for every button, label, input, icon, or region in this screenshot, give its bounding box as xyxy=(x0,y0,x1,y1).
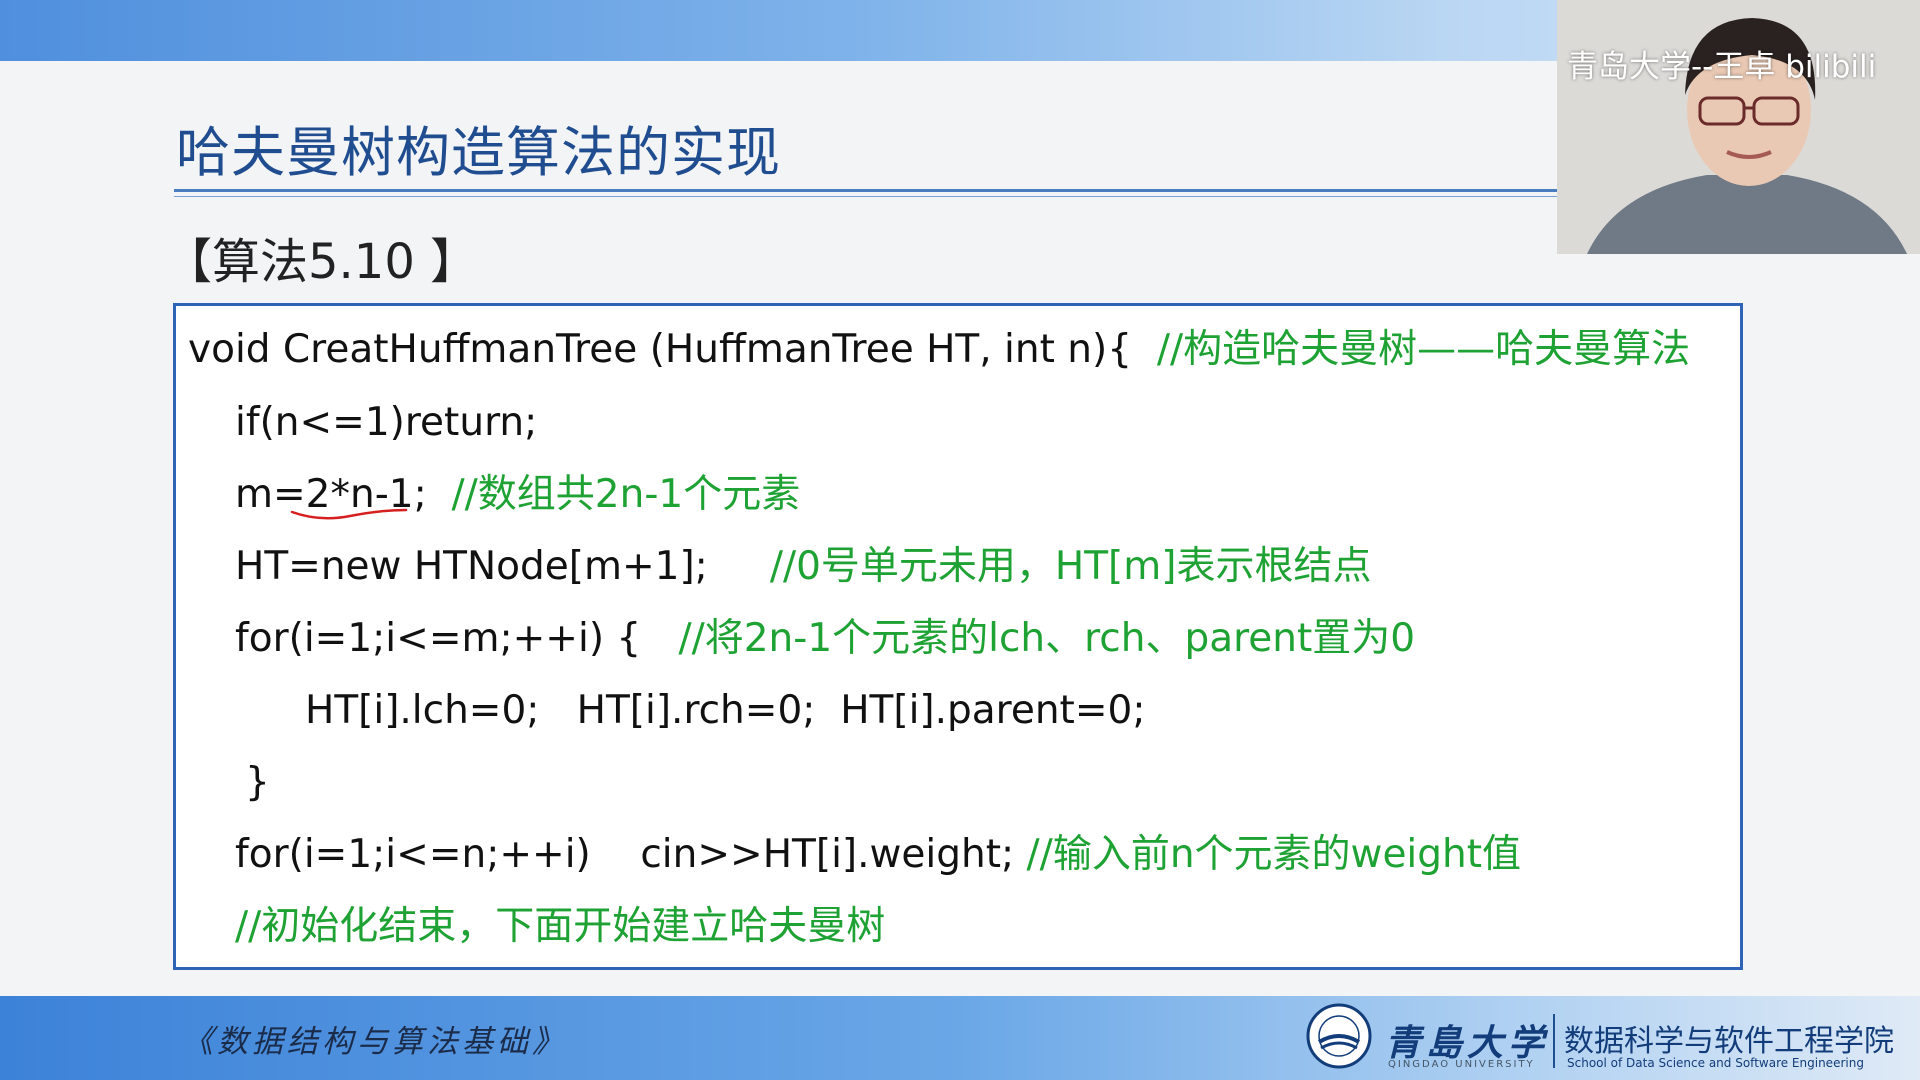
code-text: HT=new HTNode[m+1]; xyxy=(235,544,770,589)
slide-title: 哈夫曼树构造算法的实现 xyxy=(176,121,781,184)
code-line-5: for(i=1;i<=m;++i) { //将2n-1个元素的lch、rch、p… xyxy=(235,615,1415,663)
presenter-silhouette xyxy=(1557,0,1920,254)
code-text: } xyxy=(245,760,270,805)
code-text: for(i=1;i<=m;++i) { xyxy=(235,616,679,661)
red-underline-annotation xyxy=(290,508,408,520)
code-text: if(n<=1)return; xyxy=(235,400,538,445)
code-comment: //输入前n个元素的weight值 xyxy=(1026,832,1522,877)
watermark-text: 青岛大学--王卓 bilibili xyxy=(1567,49,1877,85)
code-line-6: HT[i].lch=0; HT[i].rch=0; HT[i].parent=0… xyxy=(305,687,1145,735)
algorithm-label: 【算法5.10 】 xyxy=(164,234,479,290)
title-divider-thin xyxy=(174,196,1557,197)
code-line-9: //初始化结束，下面开始建立哈夫曼树 xyxy=(235,903,885,951)
university-seal-icon xyxy=(1306,1003,1372,1069)
code-line-4: HT=new HTNode[m+1]; //0号单元未用，HT[m]表示根结点 xyxy=(235,543,1371,591)
code-text: HT[i].lch=0; HT[i].rch=0; HT[i].parent=0… xyxy=(305,688,1146,733)
code-line-2: if(n<=1)return; xyxy=(235,399,537,447)
code-comment: //数组共2n-1个元素 xyxy=(451,472,801,517)
code-line-8: for(i=1;i<=n;++i) cin>>HT[i].weight; //输… xyxy=(235,831,1521,879)
logo-divider xyxy=(1553,1014,1555,1068)
code-comment: //初始化结束，下面开始建立哈夫曼树 xyxy=(235,904,886,949)
code-line-7: } xyxy=(245,759,270,807)
school-name-en: School of Data Science and Software Engi… xyxy=(1567,1056,1864,1070)
code-comment: //将2n-1个元素的lch、rch、parent置为0 xyxy=(678,616,1416,661)
university-name-en: QINGDAO UNIVERSITY xyxy=(1388,1059,1535,1070)
code-text: for(i=1;i<=n;++i) cin>>HT[i].weight; xyxy=(235,832,1027,877)
school-name: 数据科学与软件工程学院 xyxy=(1564,1024,1894,1059)
code-comment: //0号单元未用，HT[m]表示根结点 xyxy=(769,544,1372,589)
code-comment: //构造哈夫曼树——哈夫曼算法 xyxy=(1156,327,1691,372)
code-text: void CreatHuffmanTree (HuffmanTree HT, i… xyxy=(188,327,1157,372)
code-line-1: void CreatHuffmanTree (HuffmanTree HT, i… xyxy=(188,326,1690,374)
webcam-video xyxy=(1557,0,1920,254)
title-divider xyxy=(174,189,1557,192)
course-name: 《数据结构与算法基础》 xyxy=(182,1024,567,1060)
